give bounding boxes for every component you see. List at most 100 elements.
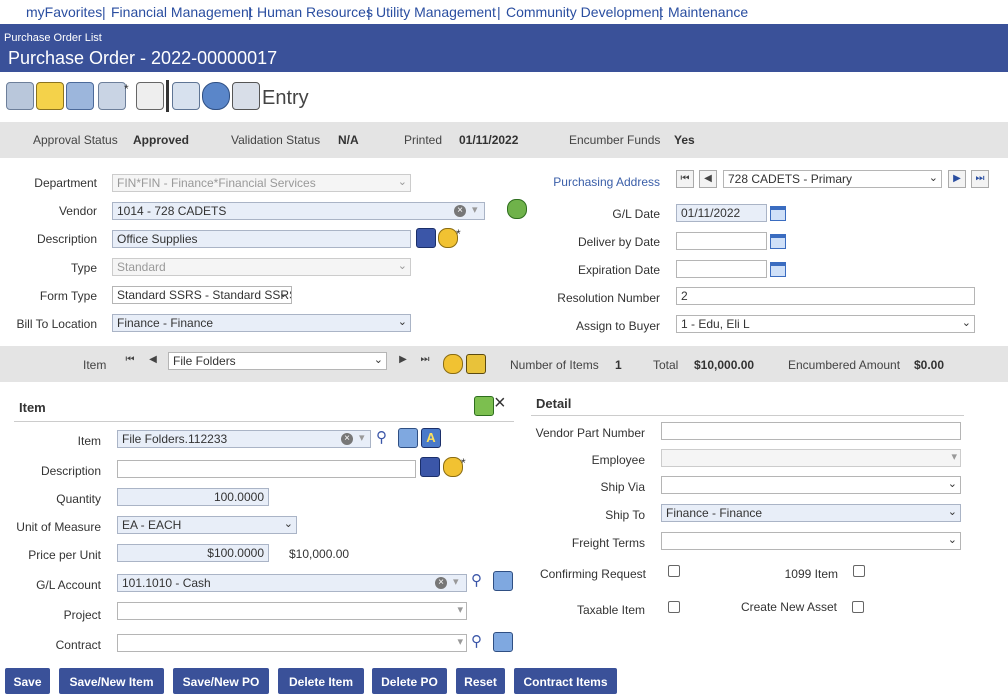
number-of-items-value: 1 <box>615 358 622 372</box>
number-of-items-label: Number of Items <box>510 358 599 372</box>
item-notes-icon[interactable] <box>466 354 486 374</box>
vendor-part-number-input[interactable] <box>661 422 961 440</box>
ship-via-label: Ship Via <box>600 480 645 494</box>
new-icon[interactable] <box>98 82 126 110</box>
nav-separator: | <box>367 4 371 20</box>
nav-community-development[interactable]: Community Development <box>506 4 663 20</box>
item-select[interactable]: File Folders ⌄ <box>168 352 387 370</box>
next-item-icon[interactable]: ▶ <box>394 352 412 370</box>
contract-select[interactable]: ▾ <box>117 634 467 652</box>
gl-account-combobox[interactable]: 101.1010 - Cash <box>117 574 467 592</box>
mode-label: Entry <box>262 87 309 109</box>
toolbar: * Entry <box>0 72 1008 123</box>
employee-select[interactable]: ▾ <box>661 449 961 467</box>
save-new-po-button[interactable]: Save/New PO <box>173 668 269 694</box>
water-drop-icon[interactable] <box>202 82 230 110</box>
clear-icon[interactable]: × <box>435 577 447 589</box>
freight-terms-select[interactable]: ⌄ <box>661 532 961 550</box>
purchasing-address-select[interactable]: 728 CADETS - Primary ⌄ <box>723 170 942 188</box>
account-detail-icon[interactable] <box>493 571 513 591</box>
delete-item-button[interactable]: Delete Item <box>278 668 364 694</box>
project-select[interactable]: ▾ <box>117 602 467 620</box>
deliver-by-label: Deliver by Date <box>577 235 660 249</box>
approve-icon[interactable] <box>172 82 200 110</box>
price-per-unit-input[interactable]: $100.0000 <box>117 544 269 562</box>
calendar-icon[interactable] <box>770 262 786 277</box>
breadcrumb[interactable]: Purchase Order List <box>4 32 102 44</box>
chevron-down-icon: ⌄ <box>278 288 288 300</box>
contract-items-button[interactable]: Contract Items <box>514 668 617 694</box>
confirming-request-checkbox[interactable] <box>668 565 680 577</box>
reset-button[interactable]: Reset <box>456 668 505 694</box>
nav-financial-management[interactable]: Financial Management <box>111 4 253 20</box>
notes-icon[interactable] <box>443 457 463 477</box>
font-a-icon[interactable]: A <box>421 428 441 448</box>
encumber-funds-value: Yes <box>674 133 695 147</box>
save-button[interactable]: Save <box>5 668 50 694</box>
item-description-input[interactable] <box>117 460 416 478</box>
item-lookup-icon[interactable] <box>443 354 463 374</box>
last-record-icon[interactable]: ⏭ <box>971 170 989 188</box>
void-icon[interactable] <box>136 82 164 110</box>
save-new-item-button[interactable]: Save/New Item <box>59 668 164 694</box>
clear-icon[interactable]: × <box>341 433 353 445</box>
calendar-icon[interactable] <box>770 234 786 249</box>
list-icon[interactable] <box>6 82 34 110</box>
nav-separator: | <box>248 4 252 20</box>
gl-date-input[interactable]: 01/11/2022 <box>676 204 767 222</box>
search-icon[interactable]: ⚲ <box>376 428 387 446</box>
vendor-combobox[interactable]: 1014 - 728 CADETS <box>112 202 485 220</box>
ship-to-select[interactable]: Finance - Finance ⌄ <box>661 504 961 522</box>
type-select[interactable]: Standard ⌄ <box>112 258 411 276</box>
first-item-icon[interactable]: ⏮ <box>121 352 139 370</box>
quantity-input[interactable]: 100.0000 <box>117 488 269 506</box>
department-select[interactable]: FIN*FIN - Finance*Financial Services ⌄ <box>112 174 411 192</box>
item-combobox[interactable]: File Folders.112233 <box>117 430 371 448</box>
add-item-icon[interactable] <box>474 396 494 416</box>
clear-icon[interactable]: × <box>454 205 466 217</box>
bill-to-select[interactable]: Finance - Finance ⌄ <box>112 314 411 332</box>
chevron-down-icon[interactable]: ▾ <box>453 575 459 588</box>
notes-icon[interactable] <box>438 228 458 248</box>
contract-detail-icon[interactable] <box>493 632 513 652</box>
taxable-item-checkbox[interactable] <box>668 601 680 613</box>
nav-utility-management[interactable]: Utility Management <box>376 4 496 20</box>
chevron-down-icon[interactable]: ▾ <box>472 203 478 216</box>
edit-icon[interactable] <box>36 82 64 110</box>
deliver-by-input[interactable] <box>676 232 767 250</box>
resolution-number-input[interactable]: 2 <box>676 287 975 305</box>
1099-item-checkbox[interactable] <box>853 565 865 577</box>
purchasing-address-label[interactable]: Purchasing Address <box>553 175 660 189</box>
search-icon[interactable]: ⚲ <box>471 571 482 589</box>
copy-icon[interactable] <box>66 82 94 110</box>
last-item-icon[interactable]: ⏭ <box>416 352 434 370</box>
assign-buyer-select[interactable]: 1 - Edu, Eli L ⌄ <box>676 315 975 333</box>
refresh-globe-icon[interactable] <box>507 199 527 219</box>
toolbar-divider <box>166 80 169 112</box>
print-icon[interactable] <box>232 82 260 110</box>
create-new-asset-checkbox[interactable] <box>852 601 864 613</box>
asterisk-icon: * <box>124 82 129 96</box>
first-record-icon[interactable]: ⏮ <box>676 170 694 188</box>
spell-check-icon[interactable] <box>416 228 436 248</box>
form-type-select[interactable]: Standard SSRS - Standard SSRS ⌄ <box>112 286 292 304</box>
search-icon[interactable]: ⚲ <box>471 632 482 650</box>
next-record-icon[interactable]: ▶ <box>948 170 966 188</box>
previous-record-icon[interactable]: ◀ <box>699 170 717 188</box>
uom-select[interactable]: EA - EACH ⌄ <box>117 516 297 534</box>
expiration-date-input[interactable] <box>676 260 767 278</box>
chevron-down-icon[interactable]: ▾ <box>359 431 365 444</box>
close-icon[interactable]: × <box>494 392 506 415</box>
calendar-icon[interactable] <box>770 206 786 221</box>
extended-amount: $10,000.00 <box>289 547 350 561</box>
ship-via-select[interactable]: ⌄ <box>661 476 961 494</box>
description-input[interactable]: Office Supplies <box>112 230 411 248</box>
item-detail-icon[interactable] <box>398 428 418 448</box>
spell-check-icon[interactable] <box>420 457 440 477</box>
nav-myfavorites[interactable]: myFavorites <box>26 4 102 20</box>
nav-maintenance[interactable]: Maintenance <box>668 4 748 20</box>
delete-po-button[interactable]: Delete PO <box>372 668 447 694</box>
chevron-down-icon: ⌄ <box>283 518 293 530</box>
nav-human-resources[interactable]: Human Resources <box>257 4 373 20</box>
previous-item-icon[interactable]: ◀ <box>144 352 162 370</box>
